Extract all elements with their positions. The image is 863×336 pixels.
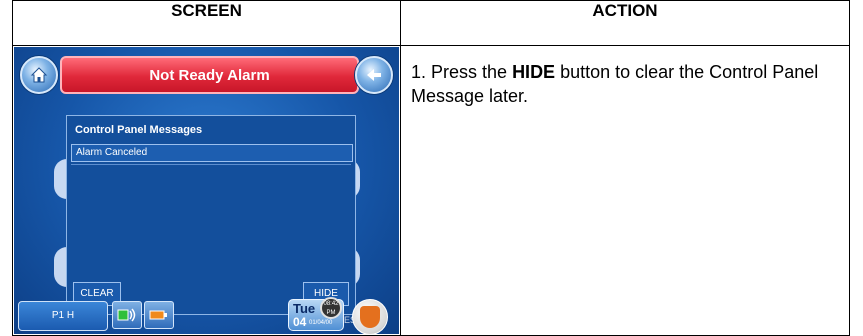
screen-cell: Not Ready Alarm Control Panel Messages A… [12, 45, 401, 336]
clock-display: 08:42 PM [320, 297, 342, 319]
shield-icon [360, 306, 380, 328]
emergency-button[interactable] [352, 299, 388, 334]
ampm-label: PM [326, 310, 336, 316]
back-arrow-icon [367, 69, 381, 81]
action-step: 1. Press the [411, 62, 513, 82]
date-small: 01/04/00 [309, 320, 333, 326]
dialog-title: Control Panel Messages [75, 124, 203, 136]
home-button[interactable] [20, 56, 58, 94]
instruction-table: SCREEN ACTION Not Ready Alarm Control Pa… [12, 0, 850, 336]
date-number: 04 [293, 315, 307, 329]
action-keyword: HIDE [512, 62, 556, 82]
top-bar: Not Ready Alarm [20, 54, 393, 94]
divider [71, 164, 351, 165]
day-label: Tue [293, 301, 316, 316]
action-instruction: 1. Press the HIDE button to clear the Co… [401, 46, 849, 108]
header-row: SCREEN ACTION [12, 0, 850, 46]
message-item[interactable]: Alarm Canceled [71, 144, 353, 162]
back-button[interactable] [355, 56, 393, 94]
battery-button[interactable] [144, 301, 174, 329]
device-screenshot: Not Ready Alarm Control Panel Messages A… [14, 47, 399, 334]
home-icon [30, 67, 48, 83]
header-screen: SCREEN [12, 0, 401, 46]
bottom-bar: P1 H Tue 04 01/04/00 08:42 PM [14, 297, 399, 334]
speaker-icon [117, 308, 136, 322]
action-cell: 1. Press the HIDE button to clear the Co… [400, 45, 850, 336]
alarm-status-bar: Not Ready Alarm [60, 56, 359, 94]
step-row: Not Ready Alarm Control Panel Messages A… [12, 45, 850, 336]
time-label: 08:42 [323, 301, 339, 307]
header-action: ACTION [400, 0, 850, 46]
speaker-button[interactable] [112, 301, 142, 329]
battery-icon [149, 310, 167, 320]
partition-button[interactable]: P1 H [18, 301, 108, 331]
control-panel-messages-dialog: Control Panel Messages Alarm Canceled CL… [66, 115, 356, 315]
